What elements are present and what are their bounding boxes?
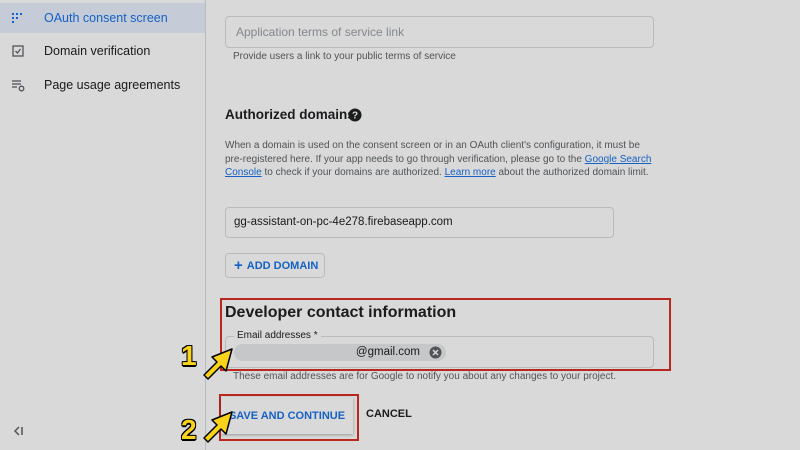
step-1-number: 1 [181, 340, 197, 371]
step-2-arrow-icon [203, 411, 233, 443]
sidebar-item-label: OAuth consent screen [44, 11, 168, 25]
developer-contact-title: Developer contact information [225, 304, 457, 321]
sidebar-item-label: Page usage agreements [44, 78, 181, 92]
step-1-arrow-icon [203, 348, 233, 380]
remove-email-icon[interactable] [429, 346, 442, 359]
email-addresses-label: Email addresses * [234, 330, 321, 341]
learn-more-link[interactable]: Learn more [445, 167, 496, 178]
domain-check-icon [12, 45, 24, 57]
authorized-domain-field[interactable]: gg-assistant-on-pc-4e278.firebaseapp.com [225, 207, 614, 238]
description-text: to check if your domains are authorized. [261, 167, 445, 178]
help-icon[interactable]: ? [348, 108, 362, 122]
plus-icon: + [234, 256, 243, 274]
svg-text:?: ? [352, 111, 358, 122]
authorized-domains-description: When a domain is used on the consent scr… [225, 139, 655, 180]
sidebar-item-domain-verification[interactable]: Domain verification [0, 36, 205, 66]
email-chip[interactable]: @gmail.com [234, 344, 446, 361]
save-and-continue-button[interactable]: SAVE AND CONTINUE [221, 397, 353, 434]
sidebar: OAuth consent screen Domain verification… [0, 0, 206, 450]
sidebar-item-oauth-consent-screen[interactable]: OAuth consent screen [0, 3, 205, 33]
step-2-number: 2 [181, 414, 197, 445]
settings-list-icon [12, 80, 25, 92]
description-text: about the authorized domain limit. [495, 167, 649, 178]
main-content: Provide users a link to your public term… [206, 0, 800, 450]
email-addresses-field[interactable]: Email addresses * @gmail.com [225, 330, 654, 368]
email-helper-text: These email addresses are for Google to … [233, 371, 616, 382]
add-domain-label: ADD DOMAIN [246, 259, 319, 272]
sidebar-item-label: Domain verification [44, 44, 151, 58]
collapse-sidebar-icon[interactable] [11, 424, 25, 438]
email-chip-text: @gmail.com [355, 346, 420, 358]
terms-helper-text: Provide users a link to your public term… [233, 51, 456, 62]
sidebar-item-page-usage-agreements[interactable]: Page usage agreements [0, 70, 205, 100]
terms-of-service-input[interactable] [234, 24, 638, 40]
authorized-domain-value: gg-assistant-on-pc-4e278.firebaseapp.com [234, 216, 453, 228]
authorized-domains-title: Authorized domains [225, 107, 355, 122]
description-text: When a domain is used on the consent scr… [225, 140, 640, 165]
oauth-grid-icon [12, 13, 22, 23]
add-domain-button[interactable]: + ADD DOMAIN [225, 253, 325, 278]
cancel-button[interactable]: CANCEL [366, 408, 412, 420]
terms-of-service-field[interactable] [225, 16, 654, 48]
